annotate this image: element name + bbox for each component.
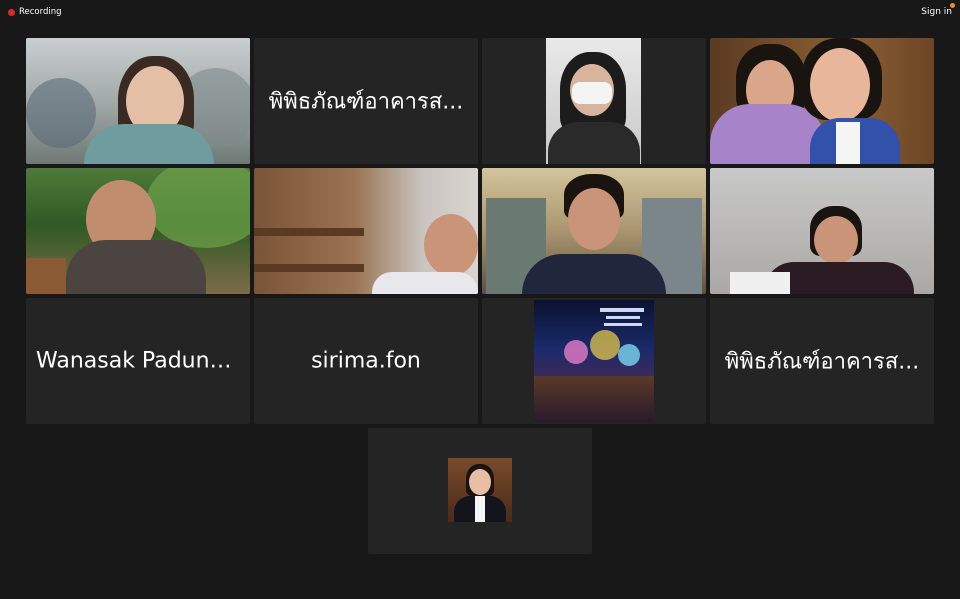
participant-video [254,168,478,294]
participant-video [26,38,250,164]
participant-video [26,168,250,294]
participant-tile-12[interactable]: พิพิธภัณฑ์อาคารส... [710,298,934,424]
participant-tile-13[interactable] [368,428,592,554]
participant-tile-5[interactable] [26,168,250,294]
participant-tile-3[interactable] [482,38,706,164]
participant-name: Wanasak Padungs... [36,348,250,374]
participant-tile-8[interactable] [710,168,934,294]
participant-video [710,168,934,294]
participant-name: พิพิธภัณฑ์อาคารส... [724,349,920,375]
recording-label: Recording [19,7,62,17]
participant-tile-9[interactable]: Wanasak Padungs... [26,298,250,424]
participant-name: sirima.fon [311,348,421,374]
participant-tile-6[interactable] [254,168,478,294]
participant-tile-2[interactable]: พิพิธภัณฑ์อาคารส... [254,38,478,164]
top-bar: Recording Sign in [0,0,960,24]
participant-tile-10[interactable]: sirima.fon [254,298,478,424]
participant-tile-7[interactable] [482,168,706,294]
participant-video [710,38,934,164]
participant-tile-1[interactable] [26,38,250,164]
participant-video [448,458,512,522]
sign-in-label: Sign in [921,7,952,17]
notification-dot-icon [950,3,955,8]
participant-tile-4[interactable] [710,38,934,164]
participant-video [534,300,654,422]
recording-dot-icon [8,8,15,16]
participant-video [482,168,706,294]
recording-indicator[interactable]: Recording [8,6,62,18]
participant-video [546,38,641,164]
participant-tile-11[interactable] [482,298,706,424]
sign-in-button[interactable]: Sign in [921,3,955,18]
participant-name: พิพิธภัณฑ์อาคารส... [268,89,464,115]
